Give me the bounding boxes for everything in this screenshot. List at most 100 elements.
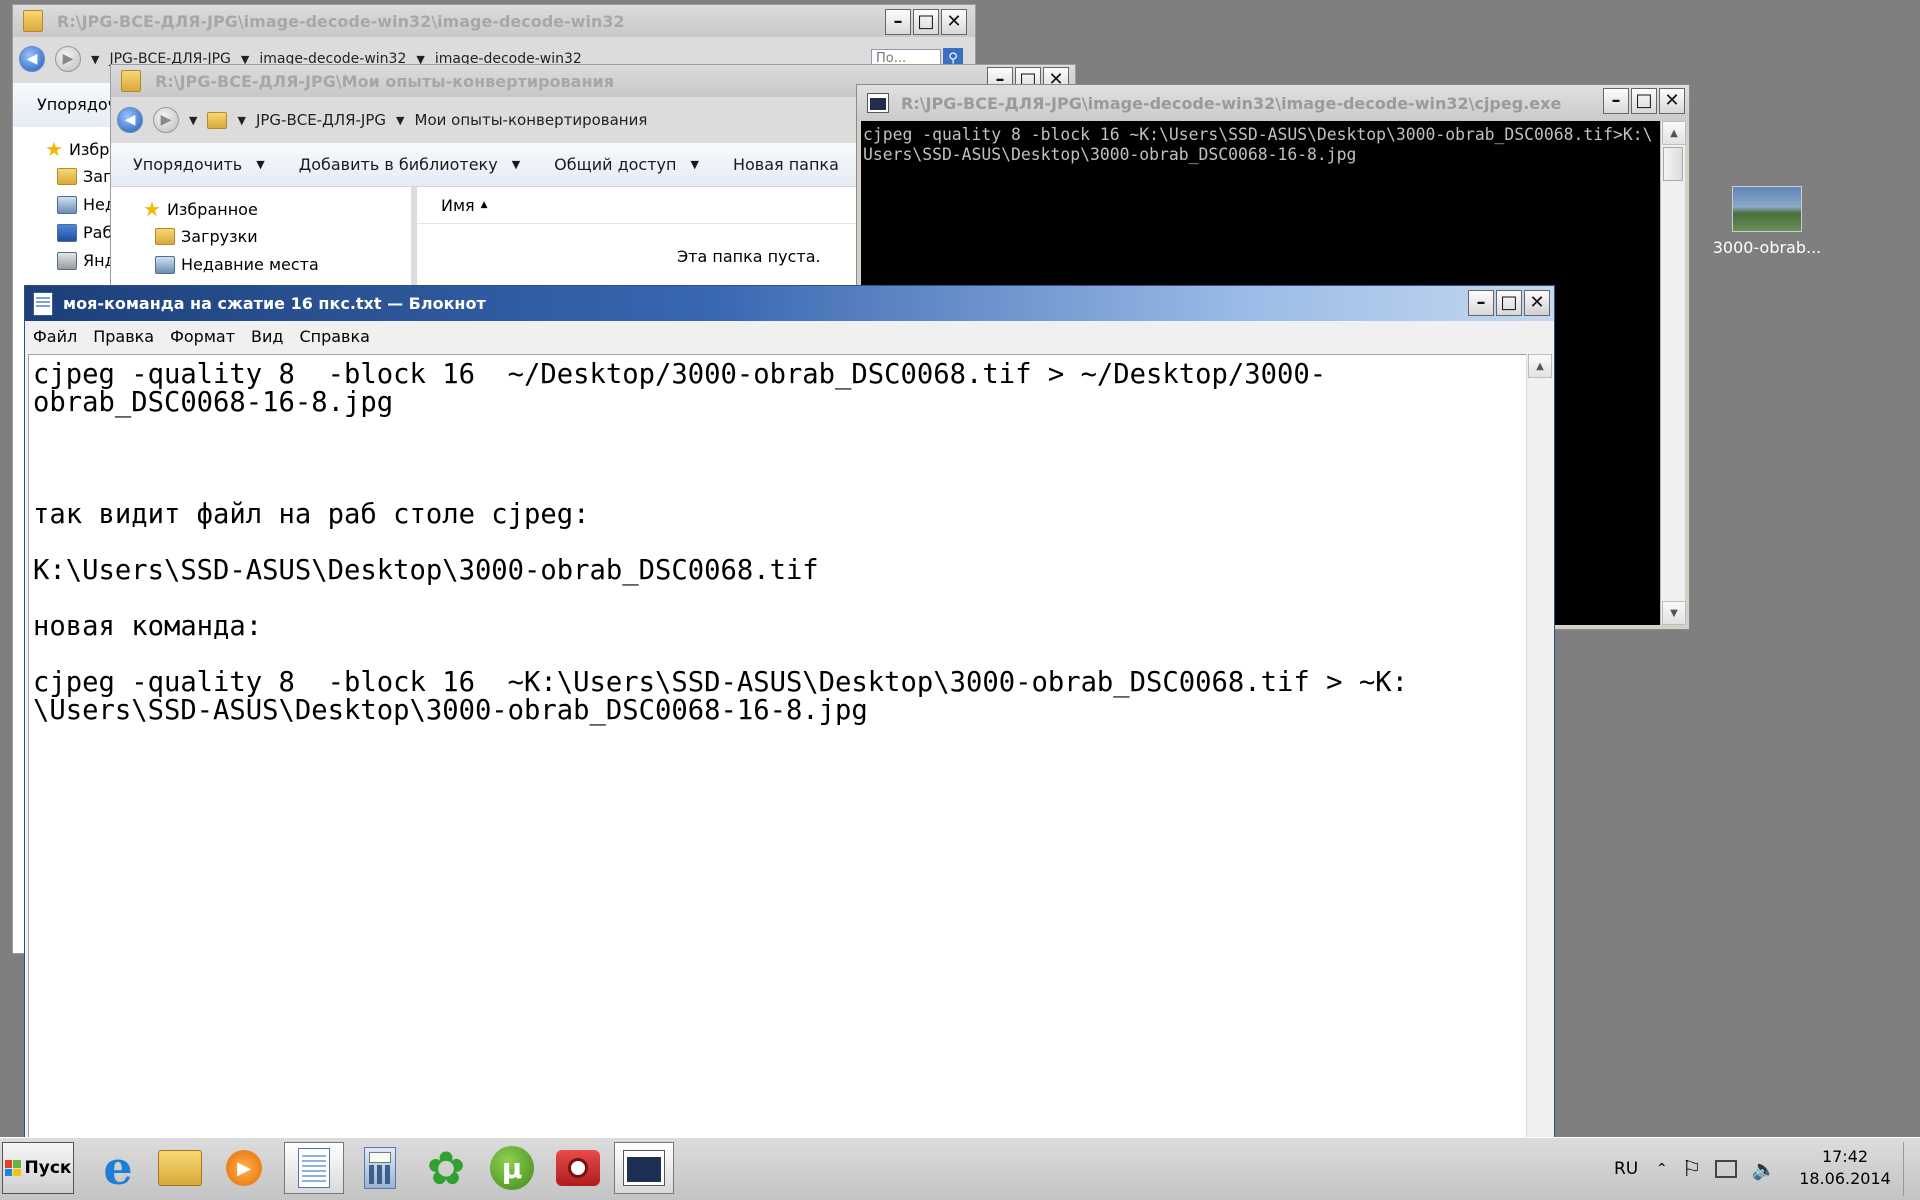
taskbar-notepad[interactable] [284, 1142, 344, 1194]
notepad-icon [298, 1148, 330, 1188]
desktop-file-label: 3000-obrab... [1712, 238, 1822, 257]
chevron-down-icon: ▼ [256, 158, 265, 171]
nav-item-recent[interactable]: Недавние места [155, 255, 319, 274]
breadcrumb-item[interactable]: Мои опыты-конвертирования [415, 111, 648, 129]
media-player-icon: ▶ [226, 1150, 262, 1186]
text-line: \Users\SSD-ASUS\Desktop\3000-obrab_DSC00… [33, 695, 868, 726]
folder-icon [121, 70, 141, 92]
explorer-front-title: R:\JPG-ВСЕ-ДЛЯ-JPG\Мои опыты-конвертиров… [155, 71, 614, 91]
icq-icon: ✿ [426, 1141, 466, 1195]
notepad-window[interactable]: моя-команда на сжатие 16 пкс.txt — Блокн… [24, 285, 1555, 1138]
maximize-button[interactable]: □ [1631, 88, 1657, 114]
maximize-button[interactable]: □ [913, 9, 939, 35]
windows-flag-icon [4, 1160, 21, 1176]
back-icon[interactable]: ◀ [117, 107, 143, 133]
menu-file[interactable]: Файл [33, 327, 77, 346]
image-thumbnail-icon [1732, 186, 1802, 232]
console-line: cjpeg -quality 8 -block 16 ~K:\Users\SSD… [863, 125, 1653, 144]
scroll-up-icon[interactable]: ▲ [1662, 121, 1686, 145]
text-line: cjpeg -quality 8 -block 16 ~K:\Users\SSD… [33, 667, 1408, 698]
breadcrumb-item[interactable]: JPG-ВСЕ-ДЛЯ-JPG [256, 111, 386, 129]
close-button[interactable]: ✕ [1659, 88, 1685, 114]
notepad-titlebar[interactable]: моя-команда на сжатие 16 пкс.txt — Блокн… [25, 286, 1554, 321]
chevron-right-icon[interactable]: ▼ [237, 114, 245, 127]
scroll-down-icon[interactable]: ▼ [1662, 601, 1686, 625]
notepad-menubar: Файл Правка Формат Вид Справка [25, 321, 1554, 351]
show-desktop-button[interactable] [1903, 1142, 1918, 1196]
menu-view[interactable]: Вид [251, 327, 283, 346]
camera-app-icon [556, 1150, 600, 1186]
star-icon: ★ [45, 137, 63, 161]
notepad-text-area[interactable]: cjpeg -quality 8 -block 16 ~/Desktop/300… [28, 354, 1527, 1137]
taskbar-calculator[interactable] [350, 1142, 410, 1194]
forward-icon[interactable]: ▶ [153, 107, 179, 133]
nav-item-favorites[interactable]: ★ Избранное [143, 199, 258, 219]
minimize-button[interactable]: – [1603, 88, 1629, 114]
back-icon[interactable]: ◀ [19, 46, 45, 72]
notepad-scrollbar[interactable]: ▲ [1526, 354, 1554, 1137]
menu-help[interactable]: Справка [299, 327, 370, 346]
taskbar-media-player[interactable]: ▶ [214, 1142, 274, 1194]
clock[interactable]: 17:42 18.06.2014 [1790, 1146, 1900, 1190]
show-hidden-icons-icon[interactable]: ⌃ [1656, 1161, 1668, 1177]
close-button[interactable]: ✕ [1524, 290, 1550, 316]
minimize-button[interactable]: – [1468, 290, 1494, 316]
text-line: новая команда: [33, 611, 263, 642]
language-indicator[interactable]: RU [1614, 1138, 1638, 1200]
explorer-back-title: R:\JPG-ВСЕ-ДЛЯ-JPG\image-decode-win32\im… [57, 11, 625, 31]
volume-icon[interactable]: 🔈 [1751, 1157, 1776, 1181]
system-tray: ⌃ ⚐ 🔈 [1656, 1138, 1776, 1200]
nav-item-downloads[interactable]: Загрузки [155, 227, 258, 246]
console-scrollbar[interactable]: ▲ ▼ [1660, 121, 1686, 625]
chevron-down-icon[interactable]: ▼ [189, 114, 197, 127]
menu-edit[interactable]: Правка [93, 327, 154, 346]
chevron-down-icon: ▼ [690, 158, 699, 171]
empty-folder-text: Эта папка пуста. [677, 247, 821, 266]
maximize-button[interactable]: □ [1496, 290, 1522, 316]
taskbar-explorer[interactable] [150, 1142, 210, 1194]
taskbar-icq[interactable]: ✿ [416, 1142, 476, 1194]
folder-icon [207, 111, 228, 129]
nav-item-recent[interactable]: Нед [57, 195, 116, 214]
nav-item-favorites[interactable]: ★ Избр [45, 139, 109, 159]
taskbar-utorrent[interactable]: µ [482, 1142, 542, 1194]
nav-item-downloads[interactable]: Заг [57, 167, 111, 186]
minimize-button[interactable]: – [885, 9, 911, 35]
nav-item-yandex[interactable]: Янд [57, 251, 116, 270]
taskbar-internet-explorer[interactable]: e [88, 1142, 148, 1194]
taskbar-camera-app[interactable] [548, 1142, 608, 1194]
menu-format[interactable]: Формат [170, 327, 235, 346]
add-to-library-button[interactable]: Добавить в библиотеку ▼ [299, 155, 520, 174]
organize-button[interactable]: Упорядоч [37, 95, 117, 114]
chevron-down-icon[interactable]: ▼ [396, 114, 404, 127]
close-button[interactable]: ✕ [941, 9, 967, 35]
scroll-thumb[interactable] [1663, 147, 1683, 181]
network-icon[interactable] [1715, 1160, 1738, 1178]
share-button[interactable]: Общий доступ ▼ [554, 155, 699, 174]
nav-item-desktop[interactable]: Раб [57, 223, 112, 242]
console-title: R:\JPG-ВСЕ-ДЛЯ-JPG\image-decode-win32\im… [901, 93, 1562, 113]
console-line: Users\SSD-ASUS\Desktop\3000-obrab_DSC006… [863, 145, 1357, 164]
notepad-app-icon [33, 291, 53, 316]
console-titlebar[interactable]: R:\JPG-ВСЕ-ДЛЯ-JPG\image-decode-win32\im… [857, 85, 1689, 121]
start-button[interactable]: Пуск [2, 1142, 74, 1194]
clock-date: 18.06.2014 [1799, 1169, 1891, 1188]
text-line: ​ [33, 641, 1527, 669]
new-folder-button[interactable]: Новая папка [733, 155, 839, 174]
calculator-icon [364, 1147, 396, 1189]
explorer-icon [158, 1150, 202, 1186]
folder-icon [23, 10, 43, 32]
notepad-title: моя-команда на сжатие 16 пкс.txt — Блокн… [63, 294, 486, 313]
organize-button[interactable]: Упорядочить ▼ [133, 155, 265, 174]
desktop-file-icon[interactable]: 3000-obrab... [1712, 186, 1822, 257]
action-center-flag-icon[interactable]: ⚐ [1682, 1157, 1702, 1182]
text-line: ​ [33, 529, 1527, 557]
explorer-back-titlebar[interactable]: R:\JPG-ВСЕ-ДЛЯ-JPG\image-decode-win32\im… [13, 5, 975, 37]
taskbar-console[interactable] [614, 1142, 674, 1194]
text-line: ​ [33, 445, 1527, 473]
forward-icon[interactable]: ▶ [55, 46, 81, 72]
desktop-icon [57, 223, 77, 242]
scroll-up-icon[interactable]: ▲ [1528, 354, 1552, 378]
folder-icon [57, 168, 77, 185]
chevron-down-icon[interactable]: ▼ [91, 53, 99, 66]
